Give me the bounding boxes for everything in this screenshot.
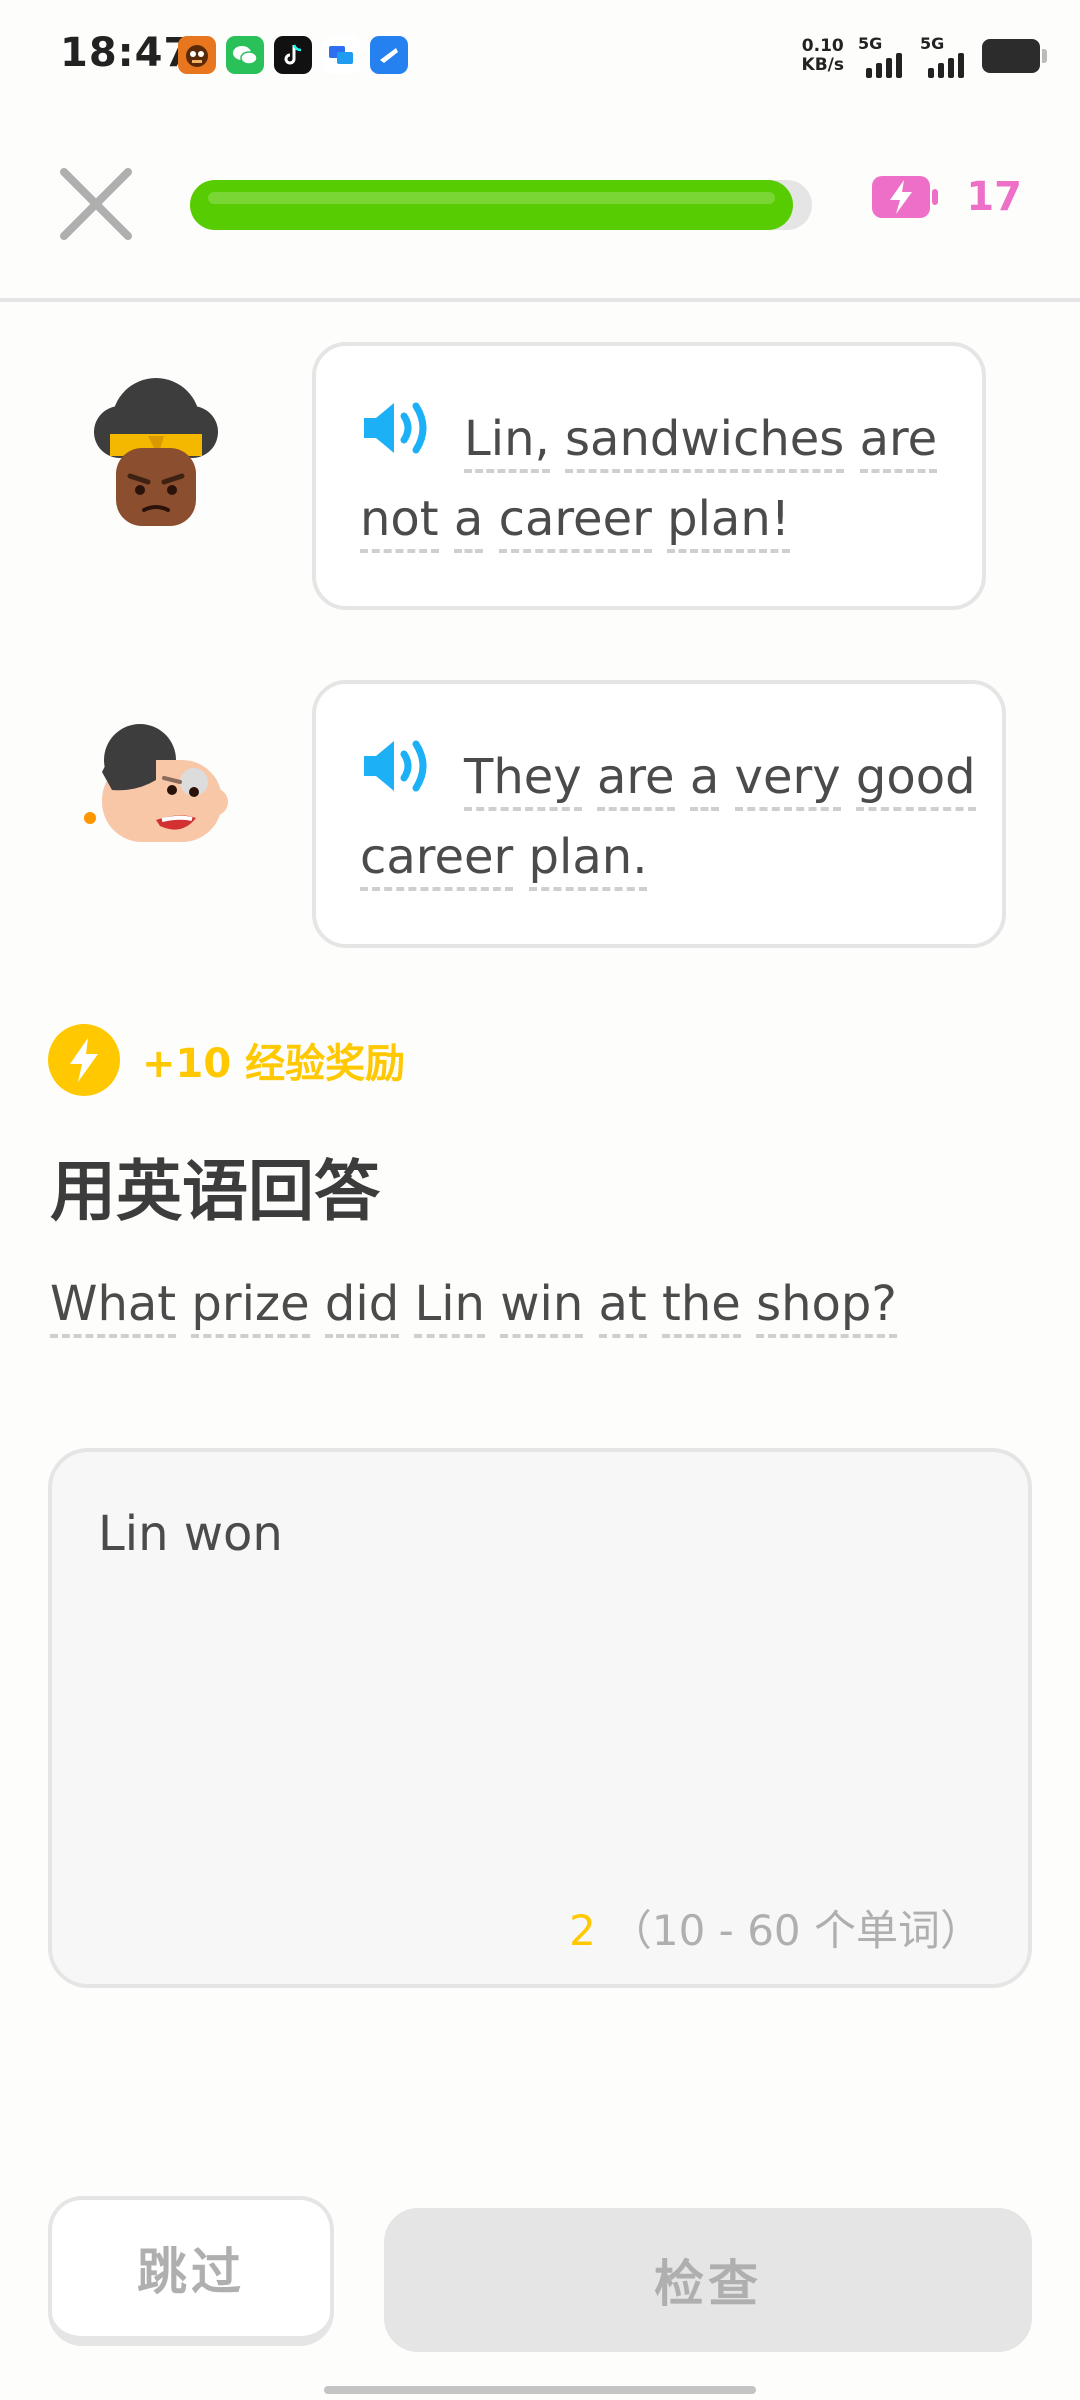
word-count-value: 2: [569, 1906, 596, 1955]
word[interactable]: plan.: [528, 829, 648, 891]
bea-character-avatar: [86, 372, 226, 536]
status-bar: 18:47 0.10 KB/s 5G 5G: [0, 0, 1080, 110]
word-count: 2 （10 - 60 个单词）: [569, 1897, 982, 1958]
speaker-icon: [364, 402, 427, 454]
lesson-progress-fill: [190, 180, 794, 230]
speaker-button-2[interactable]: [360, 733, 434, 827]
word[interactable]: Lin: [414, 1276, 485, 1338]
word[interactable]: are: [859, 411, 938, 473]
blue-app-icon: [370, 36, 408, 74]
tiger-app-icon: [178, 36, 216, 74]
sim1-label: 5G: [858, 34, 883, 53]
word[interactable]: a: [453, 491, 484, 553]
word[interactable]: the: [662, 1276, 741, 1338]
status-indicators: 0.10 KB/s 5G 5G: [802, 34, 1047, 78]
signal-sim2-icon: 5G: [920, 34, 968, 78]
word[interactable]: win: [500, 1276, 584, 1338]
speaker-icon: [364, 740, 427, 792]
header-divider: [0, 298, 1080, 302]
lightning-icon: [48, 1024, 120, 1096]
dialogue-bubble-1: Lin, sandwiches are not a career plan!: [312, 342, 986, 610]
dialogue-bubble-2: They are a very good career plan.: [312, 680, 1006, 948]
skip-button[interactable]: 跳过: [48, 2196, 334, 2346]
word-count-range: （10 - 60 个单词）: [609, 1906, 982, 1955]
word[interactable]: career: [498, 491, 652, 553]
word[interactable]: Lin,: [464, 411, 550, 473]
status-time: 18:47: [60, 30, 193, 76]
word[interactable]: shop?: [756, 1276, 897, 1338]
xp-reward-badge: +10 经验奖励: [48, 1024, 405, 1096]
word[interactable]: at: [598, 1276, 647, 1338]
network-speed: 0.10 KB/s: [802, 37, 844, 75]
energy-battery-icon: [872, 176, 939, 218]
word[interactable]: They: [464, 749, 582, 811]
word[interactable]: prize: [191, 1276, 310, 1338]
answer-textarea[interactable]: Lin won 2 （10 - 60 个单词）: [48, 1448, 1032, 1988]
answer-text: Lin won: [98, 1506, 283, 1562]
close-button[interactable]: [56, 164, 136, 244]
close-icon: [60, 168, 132, 240]
word[interactable]: sandwiches: [565, 411, 845, 473]
message-app-icon: [322, 36, 360, 74]
word[interactable]: are: [596, 749, 675, 811]
sim2-label: 5G: [920, 34, 945, 53]
word[interactable]: not: [360, 491, 439, 553]
xp-reward-label: +10 经验奖励: [142, 1041, 406, 1087]
check-button[interactable]: 检查: [384, 2208, 1032, 2352]
lesson-progress-bar: [190, 180, 812, 230]
notification-icons: [178, 36, 408, 74]
battery-icon: [982, 39, 1047, 73]
network-speed-value: 0.10: [801, 36, 844, 56]
word[interactable]: a: [689, 749, 720, 811]
energy-count: 17: [966, 174, 1022, 220]
tiktok-icon: [274, 36, 312, 74]
grandma-character-avatar: [76, 720, 246, 864]
word[interactable]: did: [324, 1276, 400, 1338]
question-text: What prize did Lin win at the shop?: [50, 1276, 897, 1338]
word[interactable]: good: [855, 749, 976, 811]
word[interactable]: career: [360, 829, 514, 891]
home-indicator[interactable]: [324, 2386, 756, 2394]
word[interactable]: What: [50, 1276, 177, 1338]
network-speed-unit: KB/s: [801, 55, 844, 75]
word[interactable]: very: [734, 749, 841, 811]
lesson-header: 17: [0, 150, 1080, 260]
energy-indicator[interactable]: 17: [870, 172, 1022, 222]
signal-sim1-icon: 5G: [858, 34, 906, 78]
challenge-title: 用英语回答: [50, 1153, 380, 1230]
speaker-button-1[interactable]: [360, 395, 434, 489]
wechat-icon: [226, 36, 264, 74]
word[interactable]: plan!: [667, 491, 790, 553]
